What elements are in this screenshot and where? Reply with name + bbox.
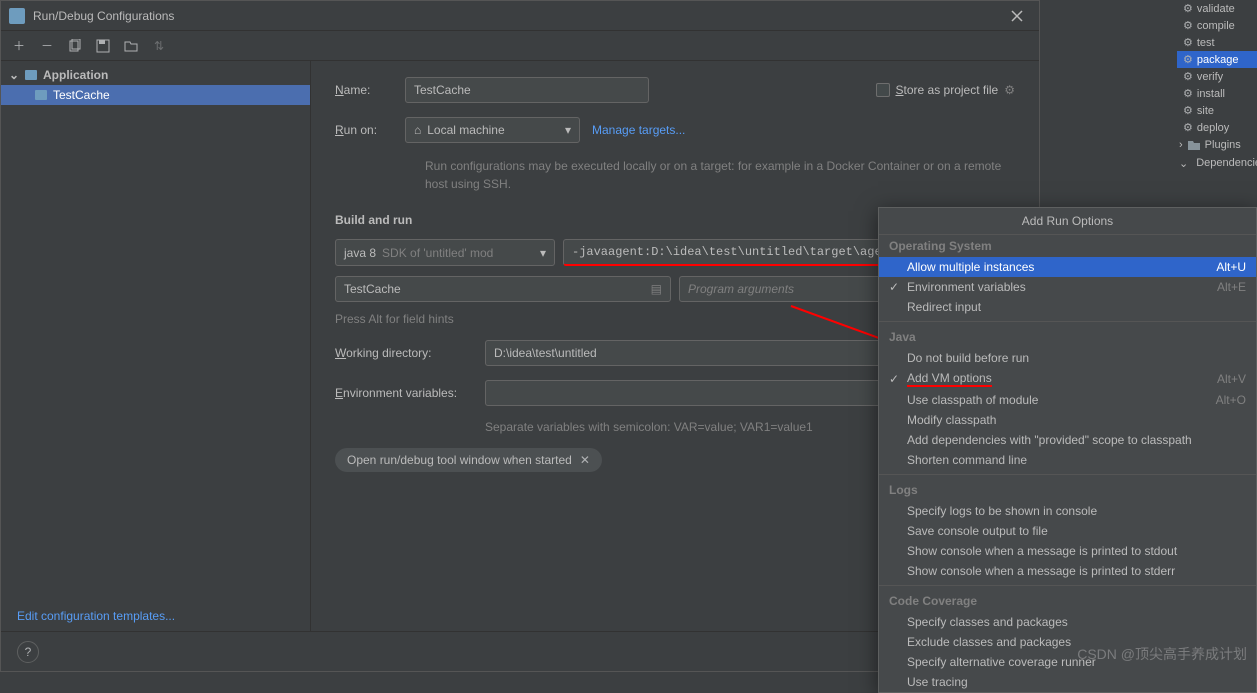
popup-item[interactable]: Save console output to file xyxy=(879,521,1256,541)
chip-close-icon[interactable]: ✕ xyxy=(580,453,590,467)
maven-goal-deploy[interactable]: ⚙deploy xyxy=(1177,119,1257,136)
gear-icon: ⚙ xyxy=(1183,121,1193,134)
store-project-file-checkbox[interactable]: Store as project file ⚙ xyxy=(876,83,1016,97)
tree-config-label: TestCache xyxy=(53,88,110,102)
folder-icon xyxy=(1187,138,1201,152)
watermark: CSDN @顶尖高手养成计划 xyxy=(1077,644,1247,664)
dependencies-node[interactable]: ⌄Dependencie xyxy=(1177,154,1257,172)
save-config-button[interactable] xyxy=(93,36,113,56)
gear-icon[interactable]: ⚙ xyxy=(1004,83,1015,97)
edit-templates-link[interactable]: Edit configuration templates... xyxy=(17,609,175,623)
working-dir-label: Working directory: xyxy=(335,346,485,360)
copy-config-button[interactable] xyxy=(65,36,85,56)
popup-item[interactable]: Modify classpath xyxy=(879,410,1256,430)
jdk-label: java 8 xyxy=(344,246,376,260)
popup-item[interactable]: Specify logs to be shown in console xyxy=(879,501,1256,521)
gear-icon: ⚙ xyxy=(1183,36,1193,49)
maven-goal-site[interactable]: ⚙site xyxy=(1177,102,1257,119)
chevron-down-icon: ⌄ xyxy=(9,68,21,82)
popup-item[interactable]: Shorten command line xyxy=(879,450,1256,470)
application-icon xyxy=(33,87,49,103)
plugins-node[interactable]: ›Plugins xyxy=(1177,136,1257,154)
add-run-options-popup: Add Run Options Operating SystemAllow mu… xyxy=(878,207,1257,693)
checkbox-icon xyxy=(876,83,890,97)
popup-item[interactable]: Use tracing xyxy=(879,672,1256,692)
gear-icon: ⚙ xyxy=(1183,19,1193,32)
app-icon xyxy=(9,8,25,24)
main-class-input[interactable]: TestCache ▤ xyxy=(335,276,671,302)
store-label: Store as project file xyxy=(896,83,999,97)
maven-goal-test[interactable]: ⚙test xyxy=(1177,34,1257,51)
application-icon xyxy=(23,67,39,83)
dialog-title: Run/Debug Configurations xyxy=(33,9,1003,23)
popup-separator xyxy=(879,321,1256,322)
remove-config-button[interactable]: － xyxy=(37,36,57,56)
gear-icon: ⚙ xyxy=(1183,2,1193,15)
check-icon: ✓ xyxy=(889,372,899,386)
list-icon[interactable]: ▤ xyxy=(651,282,662,296)
popup-item[interactable]: Specify classes and packages xyxy=(879,612,1256,632)
popup-item[interactable]: Add dependencies with "provided" scope t… xyxy=(879,430,1256,450)
open-tool-window-chip[interactable]: Open run/debug tool window when started … xyxy=(335,448,602,472)
maven-goal-verify[interactable]: ⚙verify xyxy=(1177,68,1257,85)
name-label: Name: xyxy=(335,83,405,97)
home-icon: ⌂ xyxy=(414,123,421,137)
run-on-select[interactable]: ⌂ Local machine ▾ xyxy=(405,117,580,143)
maven-goal-install[interactable]: ⚙install xyxy=(1177,85,1257,102)
gear-icon: ⚙ xyxy=(1183,87,1193,100)
run-on-label: Run on: xyxy=(335,123,405,137)
titlebar: Run/Debug Configurations xyxy=(1,1,1039,31)
run-on-value: Local machine xyxy=(427,123,559,137)
check-icon: ✓ xyxy=(889,280,899,294)
manage-targets-link[interactable]: Manage targets... xyxy=(592,123,685,137)
gear-icon: ⚙ xyxy=(1183,53,1193,66)
config-tree: ⌄ Application TestCache Edit configurati… xyxy=(1,61,311,631)
popup-section-os: Operating System xyxy=(879,235,1256,257)
tree-config-testcache[interactable]: TestCache xyxy=(1,85,310,105)
chevron-down-icon: ▾ xyxy=(540,246,546,260)
popup-item[interactable]: ✓Add VM optionsAlt+V xyxy=(879,368,1256,390)
popup-section-logs: Logs xyxy=(879,479,1256,501)
popup-item[interactable]: Show console when a message is printed t… xyxy=(879,561,1256,581)
close-button[interactable] xyxy=(1003,2,1031,30)
popup-item[interactable]: Allow multiple instancesAlt+U xyxy=(879,257,1256,277)
folder-button[interactable] xyxy=(121,36,141,56)
popup-item[interactable]: ✓Environment variablesAlt+E xyxy=(879,277,1256,297)
maven-goal-package[interactable]: ⚙package xyxy=(1177,51,1257,68)
jdk-hint: SDK of 'untitled' mod xyxy=(382,246,493,260)
maven-goal-validate[interactable]: ⚙validate xyxy=(1177,0,1257,17)
chevron-right-icon: › xyxy=(1179,139,1183,151)
jdk-select[interactable]: java 8 SDK of 'untitled' mod ▾ xyxy=(335,239,555,266)
chevron-down-icon: ⌄ xyxy=(1179,157,1188,170)
build-run-header: Build and run xyxy=(335,213,412,227)
maven-goal-compile[interactable]: ⚙compile xyxy=(1177,17,1257,34)
popup-title: Add Run Options xyxy=(879,208,1256,235)
run-on-hint: Run configurations may be executed local… xyxy=(425,157,1015,193)
gear-icon: ⚙ xyxy=(1183,70,1193,83)
popup-item[interactable]: Show console when a message is printed t… xyxy=(879,541,1256,561)
popup-separator xyxy=(879,474,1256,475)
popup-item[interactable]: Redirect input xyxy=(879,297,1256,317)
popup-section-java: Java xyxy=(879,326,1256,348)
chip-label: Open run/debug tool window when started xyxy=(347,453,572,467)
popup-section-coverage: Code Coverage xyxy=(879,590,1256,612)
chevron-down-icon: ▾ xyxy=(565,123,571,137)
sort-button[interactable]: ⇅ xyxy=(149,36,169,56)
toolbar: ＋ － ⇅ xyxy=(1,31,1039,61)
tree-application-label: Application xyxy=(43,68,108,82)
close-icon xyxy=(1011,10,1023,22)
gear-icon: ⚙ xyxy=(1183,104,1193,117)
tree-application-node[interactable]: ⌄ Application xyxy=(1,65,310,85)
name-input[interactable] xyxy=(405,77,649,103)
add-config-button[interactable]: ＋ xyxy=(9,36,29,56)
help-button[interactable]: ? xyxy=(17,641,39,663)
popup-item[interactable]: Do not build before run xyxy=(879,348,1256,368)
env-vars-label: Environment variables: xyxy=(335,386,485,400)
popup-item[interactable]: Use classpath of moduleAlt+O xyxy=(879,390,1256,410)
popup-separator xyxy=(879,585,1256,586)
